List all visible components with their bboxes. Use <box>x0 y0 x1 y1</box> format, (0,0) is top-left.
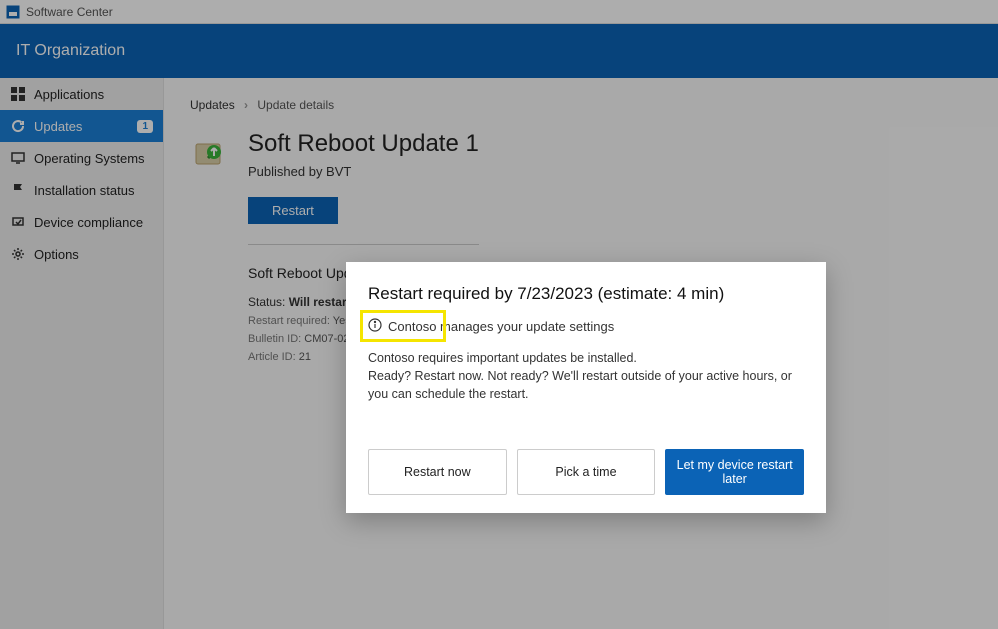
dialog-actions: Restart now Pick a time Let my device re… <box>368 449 804 495</box>
restart-now-button[interactable]: Restart now <box>368 449 507 495</box>
dialog-body-line1: Contoso requires important updates be in… <box>368 349 804 367</box>
managed-by-text: Contoso manages your update settings <box>388 319 614 334</box>
dialog-body-line2: Ready? Restart now. Not ready? We'll res… <box>368 367 804 403</box>
managed-by-row: Contoso manages your update settings <box>368 314 804 339</box>
restart-required-dialog: Restart required by 7/23/2023 (estimate:… <box>346 262 826 513</box>
dialog-title: Restart required by 7/23/2023 (estimate:… <box>368 284 804 304</box>
restart-later-button[interactable]: Let my device restart later <box>665 449 804 495</box>
pick-a-time-button[interactable]: Pick a time <box>517 449 656 495</box>
dialog-body: Contoso requires important updates be in… <box>368 349 804 403</box>
info-icon <box>368 318 382 335</box>
